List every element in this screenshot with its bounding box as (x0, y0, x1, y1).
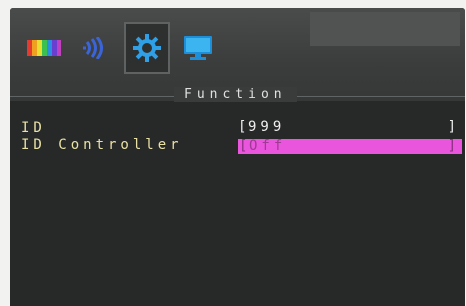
color-icon[interactable] (22, 25, 66, 71)
id-value: 999 (248, 119, 286, 135)
id-controller-field[interactable]: [ Off ] (238, 139, 462, 154)
close-bracket: ] (447, 119, 460, 135)
id-value-field[interactable]: [ 999 ] (238, 120, 462, 135)
display-monitor-icon[interactable] (176, 25, 220, 71)
close-bracket: ] (447, 138, 460, 154)
function-gear-icon[interactable] (124, 22, 170, 74)
audio-icon[interactable] (73, 25, 117, 71)
osd-menu: Function ID ID Controller [ 999 ] [ Off … (10, 8, 465, 306)
id-controller-label: ID Controller (21, 137, 183, 153)
section-title: Function (174, 87, 297, 102)
id-label: ID (21, 120, 46, 136)
header-bar (310, 12, 460, 46)
id-controller-value: Off (249, 138, 287, 154)
